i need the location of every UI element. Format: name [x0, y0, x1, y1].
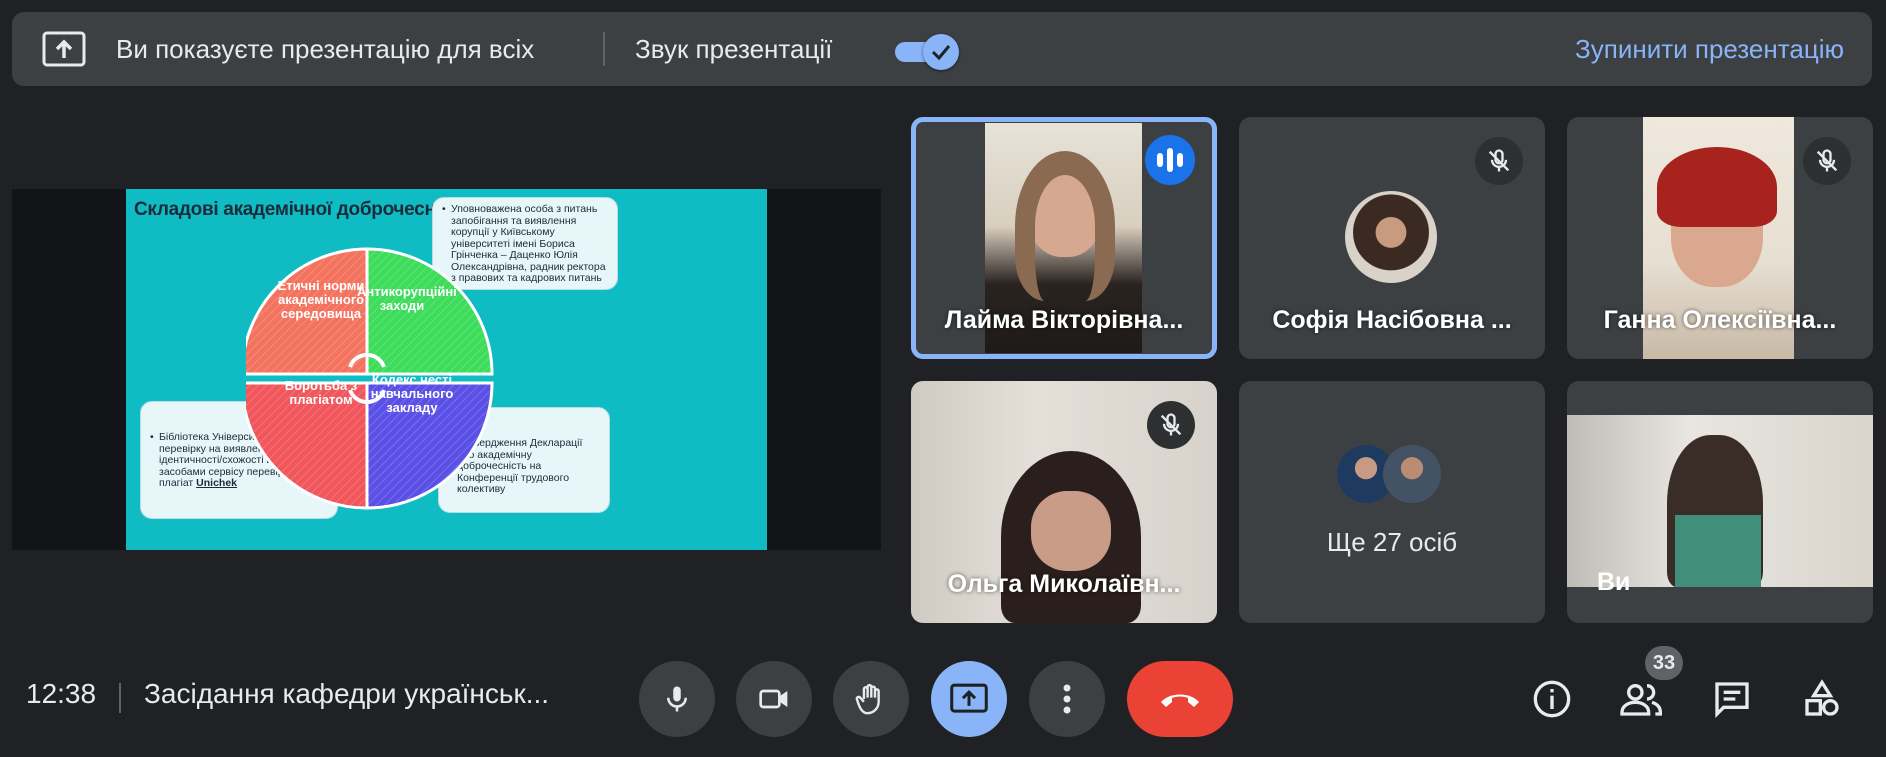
end-call-button[interactable]	[1127, 661, 1233, 737]
banner-divider	[603, 32, 605, 66]
pie-label-anticorruption: Антикорупційні заходи	[357, 284, 457, 313]
self-video	[1567, 415, 1873, 587]
participants-button[interactable]	[1617, 674, 1667, 724]
participant-tile-laima[interactable]: Лайма Вікторівна...	[911, 117, 1217, 359]
people-icon	[1620, 684, 1662, 716]
camera-button[interactable]	[736, 661, 812, 737]
meeting-title: Засідання кафедри українськ...	[144, 678, 550, 709]
presentation-sound-label: Звук презентації	[635, 33, 833, 64]
participant-name: Лайма Вікторівна...	[944, 306, 1184, 334]
more-options-button[interactable]	[1029, 661, 1105, 737]
presentation-sound-toggle[interactable]	[881, 34, 961, 70]
participant-tile-self[interactable]: Ви	[1567, 381, 1873, 623]
present-now-button[interactable]	[931, 661, 1007, 737]
chat-button[interactable]	[1707, 674, 1757, 724]
participant-tile-others[interactable]: Ще 27 осіб	[1239, 381, 1545, 623]
mic-off-icon	[1475, 137, 1523, 185]
stop-presenting-button[interactable]: Зупинити презентацію	[1575, 12, 1844, 86]
chat-icon	[1715, 682, 1749, 719]
raise-hand-icon	[855, 683, 880, 715]
avatar	[1345, 191, 1437, 283]
self-label: Ви	[1597, 568, 1631, 596]
pie-label-honor-code: Кодекс честі навчального закладу	[370, 372, 454, 415]
mic-off-icon	[1803, 137, 1851, 185]
present-screen-icon	[42, 31, 86, 67]
mic-off-icon	[1147, 401, 1195, 449]
raise-hand-button[interactable]	[833, 661, 909, 737]
presentation-stage: Складові академічної доброчесності • Упов…	[12, 189, 881, 550]
check-icon	[931, 45, 951, 61]
mic-icon	[667, 686, 687, 712]
participant-tile-sofia[interactable]: Софія Насібовна ...	[1239, 117, 1545, 359]
activities-button[interactable]	[1797, 674, 1847, 724]
more-participants-label: Ще 27 осіб	[1326, 527, 1458, 557]
camera-icon	[759, 689, 788, 709]
microphone-button[interactable]	[639, 661, 715, 737]
presentation-slide: Складові академічної доброчесності • Упов…	[126, 189, 767, 550]
participant-name: Софія Насібовна ...	[1272, 306, 1512, 334]
participant-name: Ольга Миколаївн...	[947, 570, 1181, 598]
participants-count-badge: 33	[1645, 646, 1683, 680]
pie-label-plagiarism: Боротьба з плагіатом	[284, 378, 358, 407]
end-call-icon	[1161, 694, 1199, 707]
participant-tile-olha[interactable]: Ольга Миколаївн...	[911, 381, 1217, 623]
unichek-link[interactable]: Unichek	[196, 477, 237, 489]
presentation-banner: Ви показуєте презентацію для всіх Звук п…	[12, 12, 1872, 86]
info-icon	[1533, 680, 1571, 718]
meeting-details-button[interactable]	[1527, 674, 1577, 724]
participant-name: Ганна Олексіївна...	[1603, 306, 1837, 334]
more-options-icon	[1063, 684, 1071, 714]
presenting-status-text: Ви показуєте презентацію для всіх	[116, 33, 535, 64]
participant-tile-hanna[interactable]: Ганна Олексіївна...	[1567, 117, 1873, 359]
bottom-divider	[119, 683, 121, 713]
speaking-indicator-icon	[1145, 135, 1195, 185]
slide-title: Складові академічної доброчесності	[134, 199, 471, 220]
avatar	[1383, 445, 1441, 503]
present-screen-icon	[950, 683, 988, 713]
activities-icon	[1805, 679, 1839, 716]
clock: 12:38	[26, 678, 97, 709]
toggle-knob	[923, 34, 959, 70]
